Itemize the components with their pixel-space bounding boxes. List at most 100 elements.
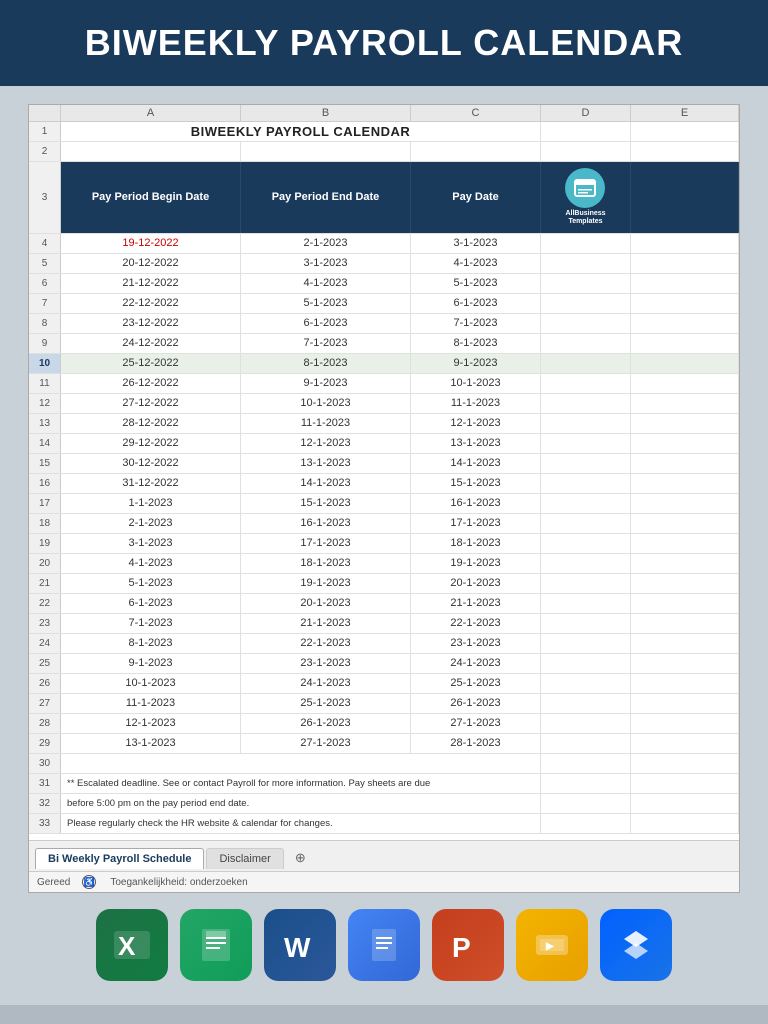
begin-date-cell: 12-1-2023	[61, 714, 241, 733]
title-row: 1 BIWEEKLY PAYROLL CALENDAR	[29, 122, 739, 142]
table-row: 9 24-12-2022 7-1-2023 8-1-2023	[29, 334, 739, 354]
end-date-cell: 13-1-2023	[241, 454, 411, 473]
end-date-cell: 2-1-2023	[241, 234, 411, 253]
powerpoint-icon[interactable]: P	[432, 909, 504, 981]
begin-date-cell: 8-1-2023	[61, 634, 241, 653]
row-num-18: 18	[29, 514, 61, 533]
row-num-11: 11	[29, 374, 61, 393]
table-row: 14 29-12-2022 12-1-2023 13-1-2023	[29, 434, 739, 454]
col-e-cell	[631, 314, 739, 333]
table-row: 10 25-12-2022 8-1-2023 9-1-2023	[29, 354, 739, 374]
footer-row: 30	[29, 754, 739, 774]
begin-date-cell: 20-12-2022	[61, 254, 241, 273]
end-date-cell: 17-1-2023	[241, 534, 411, 553]
end-date-cell: 20-1-2023	[241, 594, 411, 613]
footer-d	[541, 774, 631, 793]
header-begin-date: Pay Period Begin Date	[61, 162, 241, 233]
row-num-20: 20	[29, 554, 61, 573]
app-icons-row: X W P▶	[28, 893, 740, 991]
pay-date-cell: 25-1-2023	[411, 674, 541, 693]
col-d-cell	[541, 514, 631, 533]
row-num-19: 19	[29, 534, 61, 553]
docs-icon[interactable]	[348, 909, 420, 981]
footer-d	[541, 754, 631, 773]
logo-container: AllBusinessTemplates	[563, 166, 607, 229]
status-accessibility: Toegankelijkheid: onderzoeken	[110, 877, 247, 888]
footer-d	[541, 794, 631, 813]
end-date-cell: 27-1-2023	[241, 734, 411, 753]
tab-disclaimer[interactable]: Disclaimer	[206, 848, 283, 869]
pay-date-cell: 13-1-2023	[411, 434, 541, 453]
col-d-cell	[541, 714, 631, 733]
end-date-cell: 16-1-2023	[241, 514, 411, 533]
table-row: 6 21-12-2022 4-1-2023 5-1-2023	[29, 274, 739, 294]
add-tab-button[interactable]: ⊕	[286, 845, 315, 871]
row-num-12: 12	[29, 394, 61, 413]
row-num-32: 32	[29, 794, 61, 813]
row-num-30: 30	[29, 754, 61, 773]
table-row: 27 11-1-2023 25-1-2023 26-1-2023	[29, 694, 739, 714]
word-icon[interactable]: W	[264, 909, 336, 981]
row2-b	[241, 142, 411, 161]
footer-rows: 30 31 ** Escalated deadline. See or cont…	[29, 754, 739, 834]
pay-date-cell: 11-1-2023	[411, 394, 541, 413]
col-e-cell	[631, 334, 739, 353]
table-row: 24 8-1-2023 22-1-2023 23-1-2023	[29, 634, 739, 654]
begin-date-cell: 5-1-2023	[61, 574, 241, 593]
col-a-header: A	[61, 105, 241, 121]
table-row: 18 2-1-2023 16-1-2023 17-1-2023	[29, 514, 739, 534]
grid-body: 1 BIWEEKLY PAYROLL CALENDAR 2 3 Pay Peri…	[29, 122, 739, 840]
table-row: 21 5-1-2023 19-1-2023 20-1-2023	[29, 574, 739, 594]
col-e-cell	[631, 474, 739, 493]
col-e-cell	[631, 414, 739, 433]
col-e-cell	[631, 734, 739, 753]
end-date-cell: 11-1-2023	[241, 414, 411, 433]
pay-date-cell: 6-1-2023	[411, 294, 541, 313]
pay-date-cell: 23-1-2023	[411, 634, 541, 653]
row-num-10: 10	[29, 354, 61, 373]
table-row: 19 3-1-2023 17-1-2023 18-1-2023	[29, 534, 739, 554]
row2-e	[631, 142, 739, 161]
pay-date-cell: 10-1-2023	[411, 374, 541, 393]
begin-date-cell: 28-12-2022	[61, 414, 241, 433]
col-d-cell	[541, 494, 631, 513]
sheets-icon[interactable]	[180, 909, 252, 981]
slides-icon[interactable]: ▶	[516, 909, 588, 981]
col-e-cell	[631, 454, 739, 473]
begin-date-cell: 7-1-2023	[61, 614, 241, 633]
col-e-cell	[631, 674, 739, 693]
begin-date-cell: 31-12-2022	[61, 474, 241, 493]
row-num-8: 8	[29, 314, 61, 333]
col-e-cell	[631, 374, 739, 393]
table-row: 22 6-1-2023 20-1-2023 21-1-2023	[29, 594, 739, 614]
header-e	[631, 162, 739, 233]
end-date-cell: 24-1-2023	[241, 674, 411, 693]
row-num-5: 5	[29, 254, 61, 273]
end-date-cell: 14-1-2023	[241, 474, 411, 493]
col-d-cell	[541, 354, 631, 373]
excel-icon[interactable]: X	[96, 909, 168, 981]
begin-date-cell: 24-12-2022	[61, 334, 241, 353]
end-date-cell: 18-1-2023	[241, 554, 411, 573]
row-num-24: 24	[29, 634, 61, 653]
pay-date-cell: 24-1-2023	[411, 654, 541, 673]
end-date-cell: 6-1-2023	[241, 314, 411, 333]
col-d-cell	[541, 294, 631, 313]
table-row: 7 22-12-2022 5-1-2023 6-1-2023	[29, 294, 739, 314]
col-e-cell	[631, 574, 739, 593]
logo-svg	[571, 174, 599, 202]
row-num-4: 4	[29, 234, 61, 253]
row-num-7: 7	[29, 294, 61, 313]
footer-text: before 5:00 pm on the pay period end dat…	[61, 794, 541, 813]
row-num-25: 25	[29, 654, 61, 673]
table-row: 11 26-12-2022 9-1-2023 10-1-2023	[29, 374, 739, 394]
end-date-cell: 26-1-2023	[241, 714, 411, 733]
logo-icon	[565, 168, 605, 208]
tab-biweekly[interactable]: Bi Weekly Payroll Schedule	[35, 848, 204, 869]
pay-date-cell: 12-1-2023	[411, 414, 541, 433]
pay-date-cell: 15-1-2023	[411, 474, 541, 493]
end-date-cell: 8-1-2023	[241, 354, 411, 373]
dropbox-icon[interactable]	[600, 909, 672, 981]
row-num-9: 9	[29, 334, 61, 353]
footer-text: ** Escalated deadline. See or contact Pa…	[61, 774, 541, 793]
